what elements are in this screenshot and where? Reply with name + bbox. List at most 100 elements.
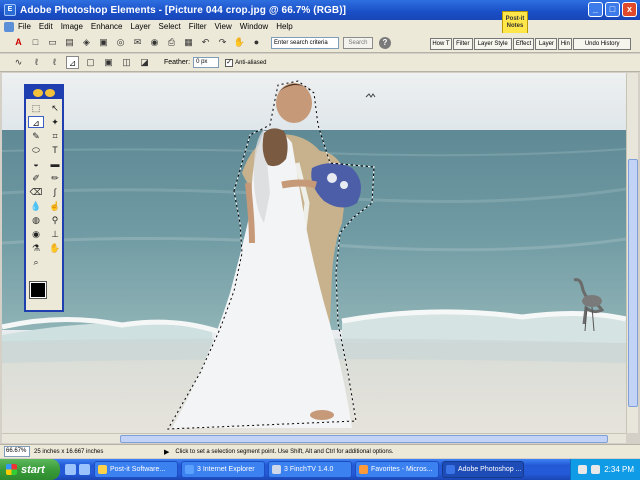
polygonal-lasso-icon[interactable]: ⊿: [66, 56, 79, 69]
tray-volume-icon[interactable]: [591, 465, 601, 474]
palette-tab-effects[interactable]: Effect: [512, 38, 535, 50]
pencil-tool-icon[interactable]: ✏: [47, 172, 63, 184]
new-selection-icon[interactable]: ▢: [84, 56, 97, 69]
task-favorites[interactable]: Favorites - Micros...: [355, 461, 439, 478]
color-swatches[interactable]: [29, 281, 60, 308]
red-eye-tool-icon[interactable]: ◉: [28, 228, 44, 240]
toolbox[interactable]: ⬚ ↖ ⊿ ✦ ✎ ⌗ ⬭ T ◒ ▬ ✐ ✏ ⌫ ∫ 💧 ☝ ◍ ⚲ ◉ ⊥ …: [24, 84, 64, 312]
add-to-selection-icon[interactable]: ▣: [102, 56, 115, 69]
type-tool-icon[interactable]: T: [47, 144, 63, 156]
palette-tab-filters[interactable]: Filter: [452, 38, 473, 50]
move-tool-icon[interactable]: ↖: [47, 102, 63, 114]
quick-launch-ie-icon[interactable]: [65, 464, 76, 475]
lasso-icon[interactable]: ℓ: [30, 56, 43, 69]
search-input[interactable]: Enter search criteria: [271, 36, 339, 49]
menu-layer[interactable]: Layer: [131, 22, 151, 31]
import-icon[interactable]: ◈: [80, 36, 93, 49]
document-icon[interactable]: [4, 21, 14, 32]
clock[interactable]: 2:34 PM: [604, 465, 634, 474]
menu-filter[interactable]: Filter: [189, 22, 207, 31]
eraser-tool-icon[interactable]: ⌫: [28, 186, 44, 198]
task-finchtv[interactable]: 3 FinchTV 1.4.0: [268, 461, 352, 478]
feather-input[interactable]: 0 px: [193, 57, 220, 68]
vertical-scrollbar[interactable]: [626, 73, 638, 433]
redo-icon[interactable]: ↷: [216, 36, 229, 49]
save-icon[interactable]: ▣: [97, 36, 110, 49]
paint-bucket-tool-icon[interactable]: ◒: [28, 158, 44, 170]
menu-window[interactable]: Window: [240, 22, 268, 31]
status-message: Click to set a selection segment point. …: [175, 448, 394, 455]
smudge-tool-icon[interactable]: ☝: [47, 200, 63, 212]
help-button[interactable]: ?: [379, 36, 391, 49]
menu-select[interactable]: Select: [159, 22, 181, 31]
magnetic-lasso-icon[interactable]: ℓ: [48, 56, 61, 69]
restore-button[interactable]: □: [605, 2, 620, 17]
gradient-tool-icon[interactable]: ▬: [47, 158, 63, 170]
new-file-icon[interactable]: □: [29, 36, 42, 49]
photoshop-elements-app-icon[interactable]: E: [4, 4, 16, 16]
open-file-icon[interactable]: ▭: [46, 36, 59, 49]
title-bar[interactable]: E Adobe Photoshop Elements - [Picture 04…: [0, 0, 640, 20]
task-label: Adobe Photoshop ...: [458, 466, 522, 473]
selection-brush-tool-icon[interactable]: ✎: [28, 130, 44, 142]
anti-aliased-check-icon[interactable]: ✓: [225, 58, 234, 67]
intersect-selection-icon[interactable]: ◪: [138, 56, 151, 69]
close-button[interactable]: x: [622, 2, 637, 17]
eyedropper-tool-icon[interactable]: ⚗: [28, 242, 44, 254]
task-post-it[interactable]: Post-it Software...: [94, 461, 178, 478]
dodge-tool-icon[interactable]: ⚲: [47, 214, 63, 226]
magic-wand-tool-icon[interactable]: ✦: [47, 116, 63, 128]
online-services-icon[interactable]: ◉: [148, 36, 161, 49]
clone-stamp-tool-icon[interactable]: ⊥: [47, 228, 63, 240]
start-button[interactable]: start: [0, 459, 60, 480]
zoom-tool-icon[interactable]: ⌕: [28, 256, 44, 268]
palette-tab-layer-styles[interactable]: Layer Style: [473, 38, 512, 50]
task-photoshop-elements[interactable]: Adobe Photoshop ...: [442, 461, 524, 478]
save-for-web-icon[interactable]: ◎: [114, 36, 127, 49]
lasso-tool-preset-icon[interactable]: ∿: [12, 56, 25, 69]
menu-file[interactable]: File: [18, 22, 31, 31]
menu-edit[interactable]: Edit: [39, 22, 53, 31]
menu-view[interactable]: View: [215, 22, 232, 31]
task-internet-explorer[interactable]: 3 Internet Explorer: [181, 461, 265, 478]
lasso-tool-icon[interactable]: ⊿: [28, 116, 44, 128]
palette-tab-undo-history[interactable]: Undo History: [573, 38, 631, 50]
palette-tab-hints[interactable]: Hin: [558, 38, 573, 50]
undo-icon[interactable]: ↶: [199, 36, 212, 49]
vertical-scroll-thumb[interactable]: [628, 159, 638, 407]
tray-network-icon[interactable]: [578, 465, 588, 474]
anti-aliased-checkbox[interactable]: ✓ Anti-aliased: [225, 58, 266, 67]
zoom-level-field[interactable]: 66.67%: [4, 446, 30, 457]
print-icon[interactable]: ⎙: [165, 36, 178, 49]
blur-tool-icon[interactable]: 💧: [28, 200, 44, 212]
attach-email-icon[interactable]: ✉: [131, 36, 144, 49]
subtract-from-selection-icon[interactable]: ◫: [120, 56, 133, 69]
color-variations-icon[interactable]: ●: [250, 36, 263, 49]
horizontal-scroll-thumb[interactable]: [120, 435, 608, 443]
sponge-tool-icon[interactable]: ◍: [28, 214, 44, 226]
marquee-tool-icon[interactable]: ⬚: [28, 102, 44, 114]
minimize-button[interactable]: _: [588, 2, 603, 17]
menu-enhance[interactable]: Enhance: [91, 22, 123, 31]
impressionist-brush-icon[interactable]: ∫: [47, 186, 63, 198]
palette-tab-how-to[interactable]: How T: [430, 38, 452, 50]
palette-tab-layers[interactable]: Layer: [535, 38, 558, 50]
empty-slot: [47, 256, 63, 268]
status-menu-arrow-icon[interactable]: ▶: [164, 448, 169, 456]
quick-fix-icon[interactable]: ✋: [233, 36, 246, 49]
quick-launch-desktop-icon[interactable]: [79, 464, 90, 475]
hand-tool-icon[interactable]: ✋: [47, 242, 63, 254]
crop-tool-icon[interactable]: ⌗: [47, 130, 63, 142]
shape-tool-icon[interactable]: ⬭: [28, 144, 44, 156]
brush-tool-icon[interactable]: ✐: [28, 172, 44, 184]
horizontal-scrollbar[interactable]: [2, 433, 626, 443]
print-preview-icon[interactable]: ▦: [182, 36, 195, 49]
menu-image[interactable]: Image: [61, 22, 83, 31]
search-button[interactable]: Search: [343, 36, 373, 49]
menu-help[interactable]: Help: [276, 22, 292, 31]
adobe-logo-icon[interactable]: A: [12, 36, 25, 49]
image-canvas[interactable]: [2, 73, 626, 433]
toolbox-header[interactable]: [26, 86, 62, 99]
foreground-color-swatch[interactable]: [29, 281, 47, 299]
browse-icon[interactable]: ▤: [63, 36, 76, 49]
